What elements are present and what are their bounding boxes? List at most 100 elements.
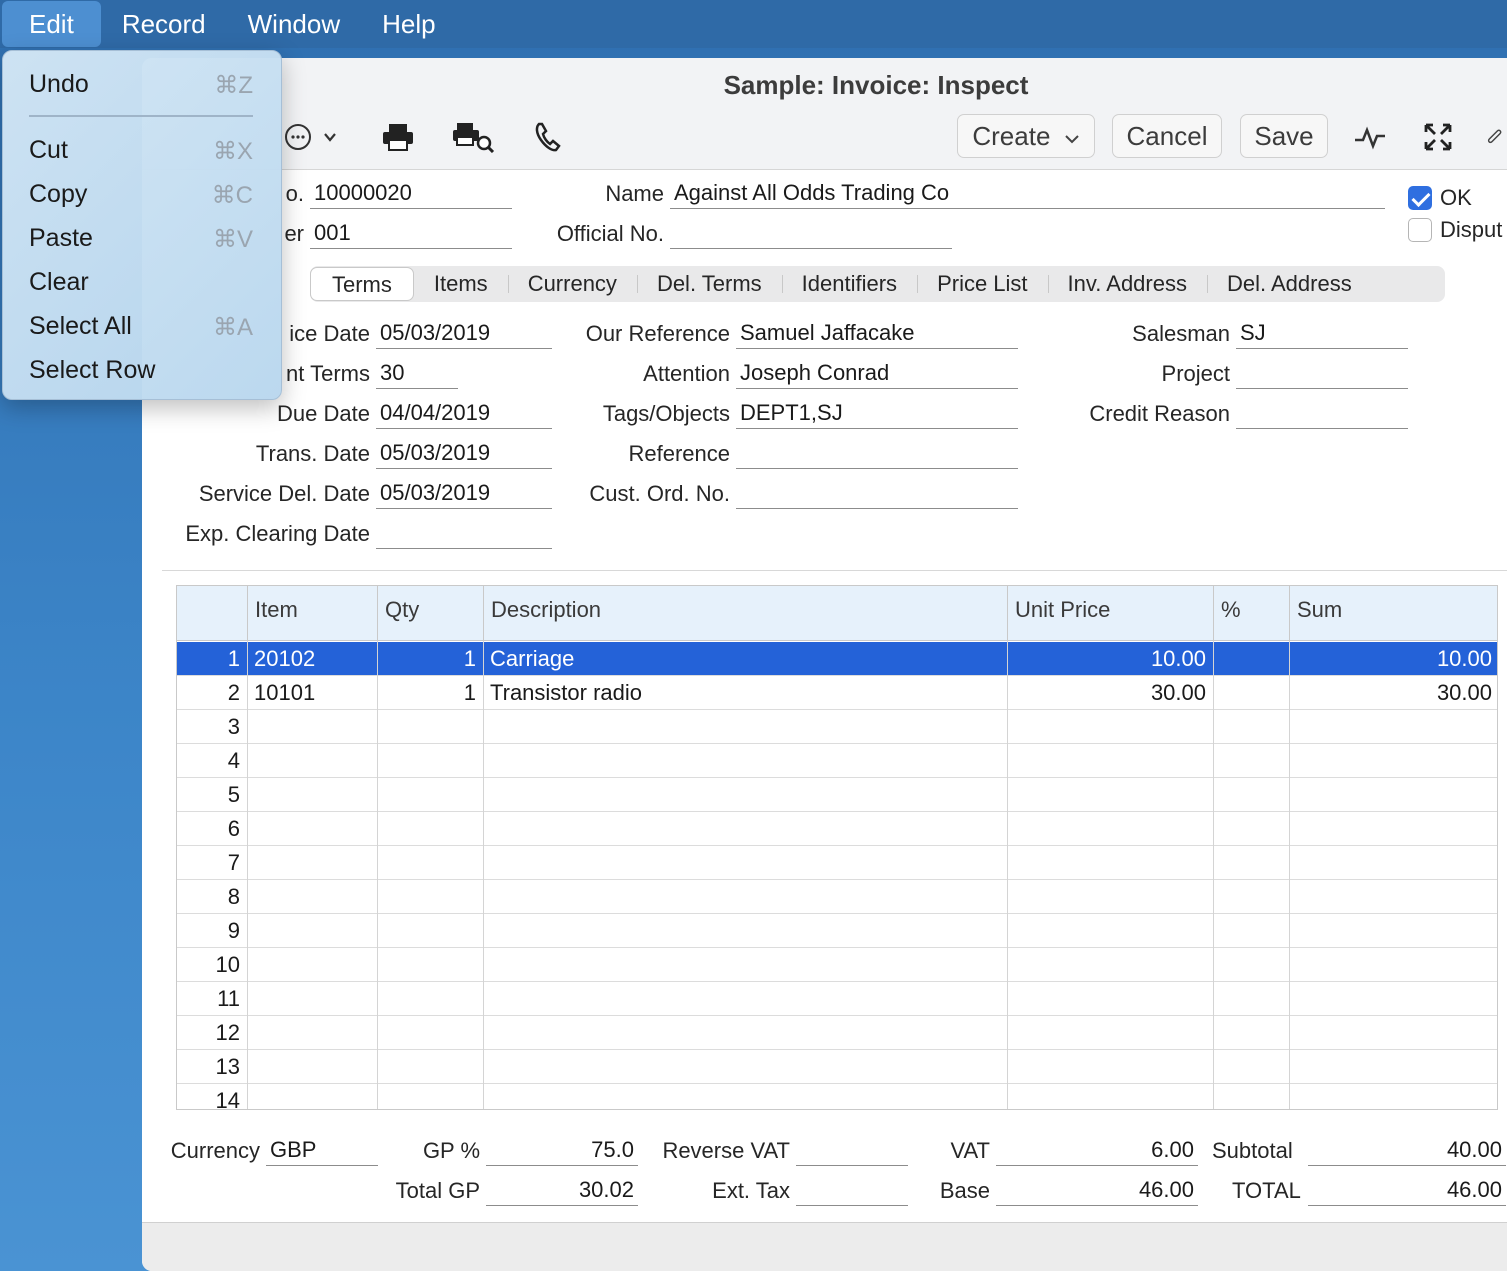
sum-cell[interactable]: [1289, 1016, 1497, 1050]
percent-cell[interactable]: [1213, 744, 1289, 778]
col-header-description[interactable]: Description: [483, 586, 1007, 641]
unit-price-cell[interactable]: [1007, 982, 1213, 1016]
item-cell[interactable]: [247, 914, 377, 948]
row-number-cell[interactable]: 10: [177, 948, 247, 982]
menu-window[interactable]: Window: [227, 1, 361, 47]
base-field[interactable]: 46.00: [996, 1176, 1198, 1206]
description-cell[interactable]: Carriage: [483, 642, 1007, 676]
subtotal-field[interactable]: 40.00: [1308, 1136, 1506, 1166]
due-date-field[interactable]: 04/04/2019: [376, 399, 552, 429]
total-field[interactable]: 46.00: [1308, 1176, 1506, 1206]
sum-cell[interactable]: [1289, 880, 1497, 914]
qty-cell[interactable]: [377, 846, 483, 880]
sum-cell[interactable]: [1289, 914, 1497, 948]
qty-cell[interactable]: [377, 880, 483, 914]
item-cell[interactable]: 20102: [247, 642, 377, 676]
col-header-unit-price[interactable]: Unit Price: [1007, 586, 1213, 641]
percent-cell[interactable]: [1213, 846, 1289, 880]
percent-cell[interactable]: [1213, 812, 1289, 846]
customer-field[interactable]: 001: [310, 219, 512, 249]
attention-field[interactable]: Joseph Conrad: [736, 359, 1018, 389]
exp-clearing-date-field[interactable]: [376, 519, 552, 549]
more-actions-icon[interactable]: [282, 120, 342, 154]
row-number-cell[interactable]: 7: [177, 846, 247, 880]
menu-help[interactable]: Help: [361, 1, 456, 47]
sum-cell[interactable]: [1289, 812, 1497, 846]
percent-cell[interactable]: [1213, 1016, 1289, 1050]
menu-record[interactable]: Record: [101, 1, 227, 47]
tab-inv-address[interactable]: Inv. Address: [1047, 267, 1207, 301]
percent-cell[interactable]: [1213, 880, 1289, 914]
table-row[interactable]: 9: [177, 914, 1497, 948]
credit-reason-field[interactable]: [1236, 399, 1408, 429]
table-row[interactable]: 12: [177, 1016, 1497, 1050]
row-number-cell[interactable]: 5: [177, 778, 247, 812]
ok-checkbox[interactable]: [1408, 186, 1432, 210]
description-cell[interactable]: [483, 914, 1007, 948]
item-cell[interactable]: [247, 982, 377, 1016]
item-cell[interactable]: [247, 1016, 377, 1050]
table-row[interactable]: 6: [177, 812, 1497, 846]
trans-date-field[interactable]: 05/03/2019: [376, 439, 552, 469]
salesman-field[interactable]: SJ: [1236, 319, 1408, 349]
description-cell[interactable]: Transistor radio: [483, 676, 1007, 710]
col-header-qty[interactable]: Qty: [377, 586, 483, 641]
tab-items[interactable]: Items: [414, 267, 508, 301]
table-row[interactable]: 13: [177, 1050, 1497, 1084]
save-button[interactable]: Save: [1240, 114, 1328, 158]
percent-cell[interactable]: [1213, 948, 1289, 982]
unit-price-cell[interactable]: [1007, 1084, 1213, 1109]
qty-cell[interactable]: [377, 914, 483, 948]
item-cell[interactable]: [247, 880, 377, 914]
menu-item-cut[interactable]: Cut: [29, 136, 68, 165]
reverse-vat-field[interactable]: [796, 1136, 908, 1166]
row-number-cell[interactable]: 1: [177, 642, 247, 676]
item-cell[interactable]: [247, 812, 377, 846]
sum-cell[interactable]: 10.00: [1289, 642, 1497, 676]
description-cell[interactable]: [483, 1050, 1007, 1084]
item-cell[interactable]: [247, 846, 377, 880]
item-cell[interactable]: [247, 710, 377, 744]
qty-cell[interactable]: [377, 778, 483, 812]
row-number-cell[interactable]: 9: [177, 914, 247, 948]
row-number-cell[interactable]: 6: [177, 812, 247, 846]
description-cell[interactable]: [483, 812, 1007, 846]
percent-cell[interactable]: [1213, 710, 1289, 744]
payment-terms-field[interactable]: 30: [376, 359, 458, 389]
item-cell[interactable]: [247, 1084, 377, 1109]
invoice-date-field[interactable]: 05/03/2019: [376, 319, 552, 349]
qty-cell[interactable]: [377, 744, 483, 778]
row-number-cell[interactable]: 3: [177, 710, 247, 744]
currency-field[interactable]: GBP: [266, 1136, 378, 1166]
item-cell[interactable]: [247, 778, 377, 812]
qty-cell[interactable]: [377, 982, 483, 1016]
row-number-cell[interactable]: 14: [177, 1084, 247, 1109]
sum-cell[interactable]: [1289, 846, 1497, 880]
row-number-cell[interactable]: 11: [177, 982, 247, 1016]
unit-price-cell[interactable]: [1007, 880, 1213, 914]
qty-cell[interactable]: [377, 1050, 483, 1084]
menu-item-clear[interactable]: Clear: [29, 268, 89, 297]
percent-cell[interactable]: [1213, 778, 1289, 812]
description-cell[interactable]: [483, 1084, 1007, 1109]
menu-item-select-all[interactable]: Select All: [29, 312, 132, 341]
description-cell[interactable]: [483, 710, 1007, 744]
qty-cell[interactable]: [377, 1016, 483, 1050]
row-number-cell[interactable]: 4: [177, 744, 247, 778]
create-button[interactable]: Create: [957, 114, 1095, 158]
tags-objects-field[interactable]: DEPT1,SJ: [736, 399, 1018, 429]
phone-icon[interactable]: [528, 120, 568, 154]
description-cell[interactable]: [483, 778, 1007, 812]
description-cell[interactable]: [483, 948, 1007, 982]
col-header-item[interactable]: Item: [247, 586, 377, 641]
qty-cell[interactable]: [377, 812, 483, 846]
qty-cell[interactable]: 1: [377, 642, 483, 676]
description-cell[interactable]: [483, 1016, 1007, 1050]
unit-price-cell[interactable]: [1007, 1016, 1213, 1050]
ext-tax-field[interactable]: [796, 1176, 908, 1206]
activity-icon[interactable]: [1350, 120, 1390, 154]
description-cell[interactable]: [483, 846, 1007, 880]
unit-price-cell[interactable]: [1007, 710, 1213, 744]
description-cell[interactable]: [483, 880, 1007, 914]
table-row[interactable]: 4: [177, 744, 1497, 778]
